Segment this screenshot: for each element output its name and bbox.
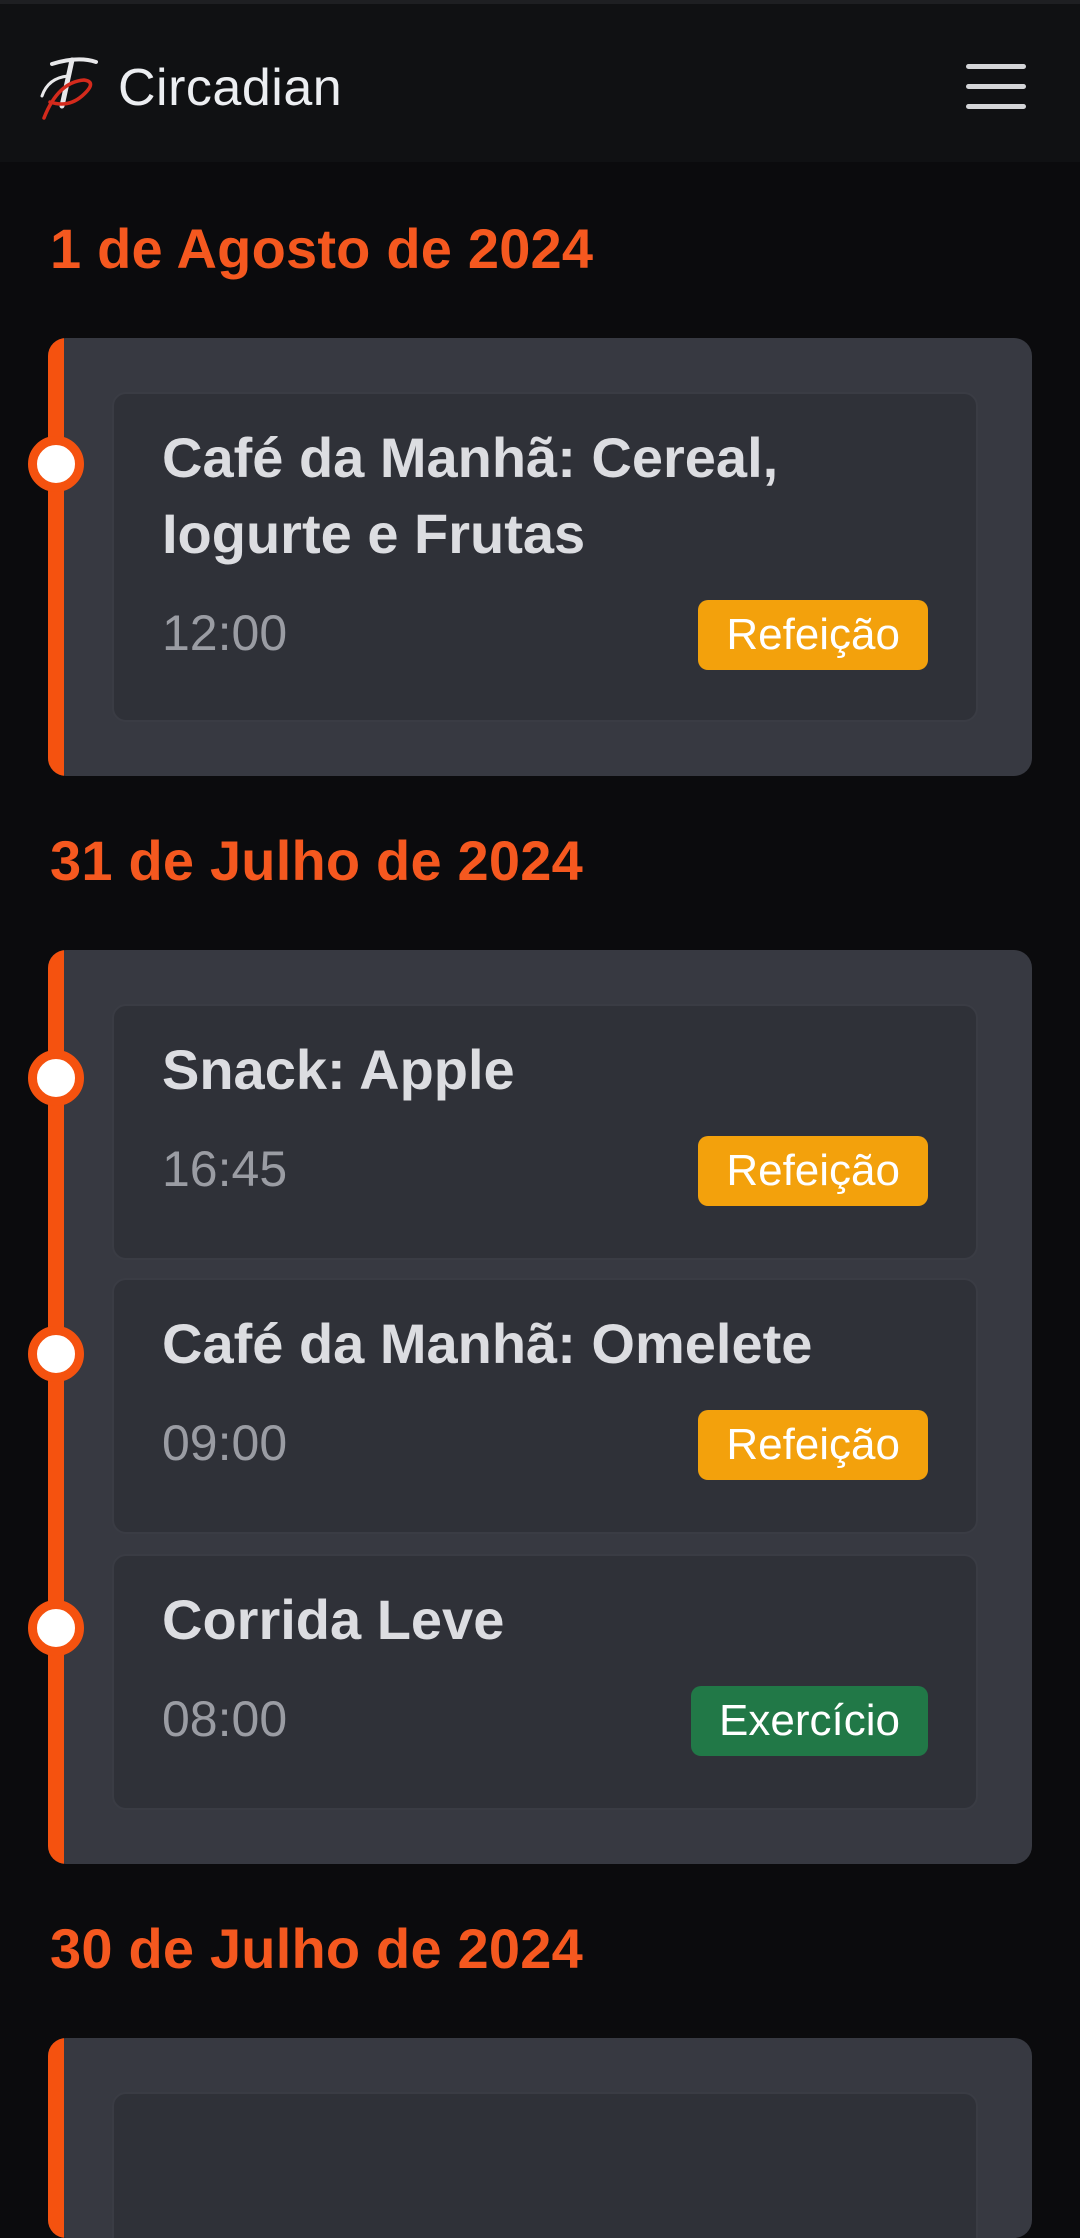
- timeline-entry[interactable]: Snack: Apple 16:45 Refeição: [112, 1004, 978, 1260]
- date-heading: 31 de Julho de 2024: [50, 829, 583, 892]
- timeline-dot: [28, 436, 84, 492]
- entry-time: 12:00: [162, 605, 288, 661]
- timeline-dot: [28, 1600, 84, 1656]
- category-badge: Refeição: [698, 1136, 928, 1206]
- entry-time: 16:45: [162, 1141, 288, 1197]
- day-card: [48, 2038, 1032, 2238]
- menu-line: [966, 84, 1026, 89]
- timeline-dot: [28, 1326, 84, 1382]
- timeline-entry[interactable]: Corrida Leve 08:00 Exercício: [112, 1554, 978, 1810]
- app-header: Circadian: [0, 0, 1080, 162]
- timeline-entry[interactable]: [112, 2092, 978, 2238]
- category-badge: Exercício: [691, 1686, 928, 1756]
- date-heading: 30 de Julho de 2024: [50, 1917, 583, 1980]
- menu-line: [966, 64, 1026, 69]
- day-card: Café da Manhã: Cereal, Iogurte e Frutas …: [48, 338, 1032, 776]
- entry-time: 09:00: [162, 1415, 288, 1471]
- app-title: Circadian: [118, 59, 343, 117]
- date-heading: 1 de Agosto de 2024: [50, 217, 594, 280]
- category-badge: Refeição: [698, 1410, 928, 1480]
- circadian-logo-icon: [40, 57, 98, 120]
- entry-title: Café da Manhã: Cereal, Iogurte e Frutas: [162, 426, 779, 565]
- brand-home-link[interactable]: Circadian: [38, 52, 342, 124]
- timeline-entry[interactable]: Café da Manhã: Cereal, Iogurte e Frutas …: [112, 392, 978, 722]
- category-badge: Refeição: [698, 600, 928, 670]
- timeline-dot: [28, 1050, 84, 1106]
- entry-title: Café da Manhã: Omelete: [162, 1312, 813, 1375]
- timeline-entry[interactable]: Café da Manhã: Omelete 09:00 Refeição: [112, 1278, 978, 1534]
- entry-title: Snack: Apple: [162, 1038, 515, 1101]
- entry-time: 08:00: [162, 1691, 288, 1747]
- hamburger-menu-icon[interactable]: [966, 64, 1026, 110]
- day-card: Snack: Apple 16:45 Refeição Café da Manh…: [48, 950, 1032, 1864]
- entry-title: Corrida Leve: [162, 1588, 505, 1651]
- menu-line: [966, 104, 1026, 109]
